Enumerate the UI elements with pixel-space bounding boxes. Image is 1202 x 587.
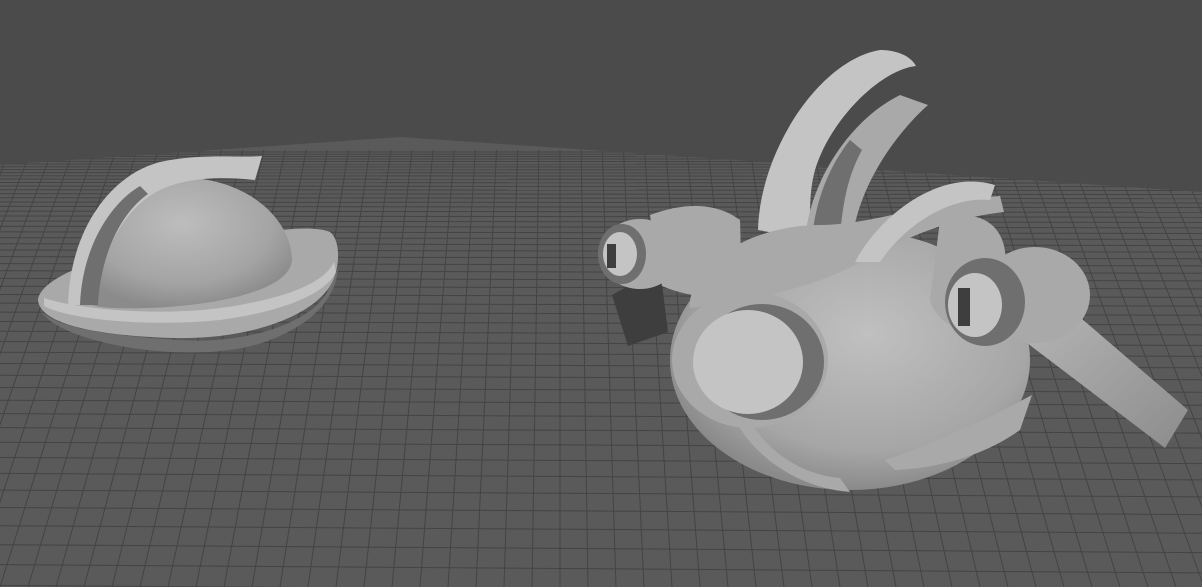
viewport-scene[interactable] [0,0,1202,587]
drone-left-engine-slot [607,244,616,268]
drone-right-engine-slot [958,288,970,326]
drone-right-engine-face [948,273,1002,337]
drone-front-hatch [693,310,803,414]
3d-viewport[interactable] [0,0,1202,587]
